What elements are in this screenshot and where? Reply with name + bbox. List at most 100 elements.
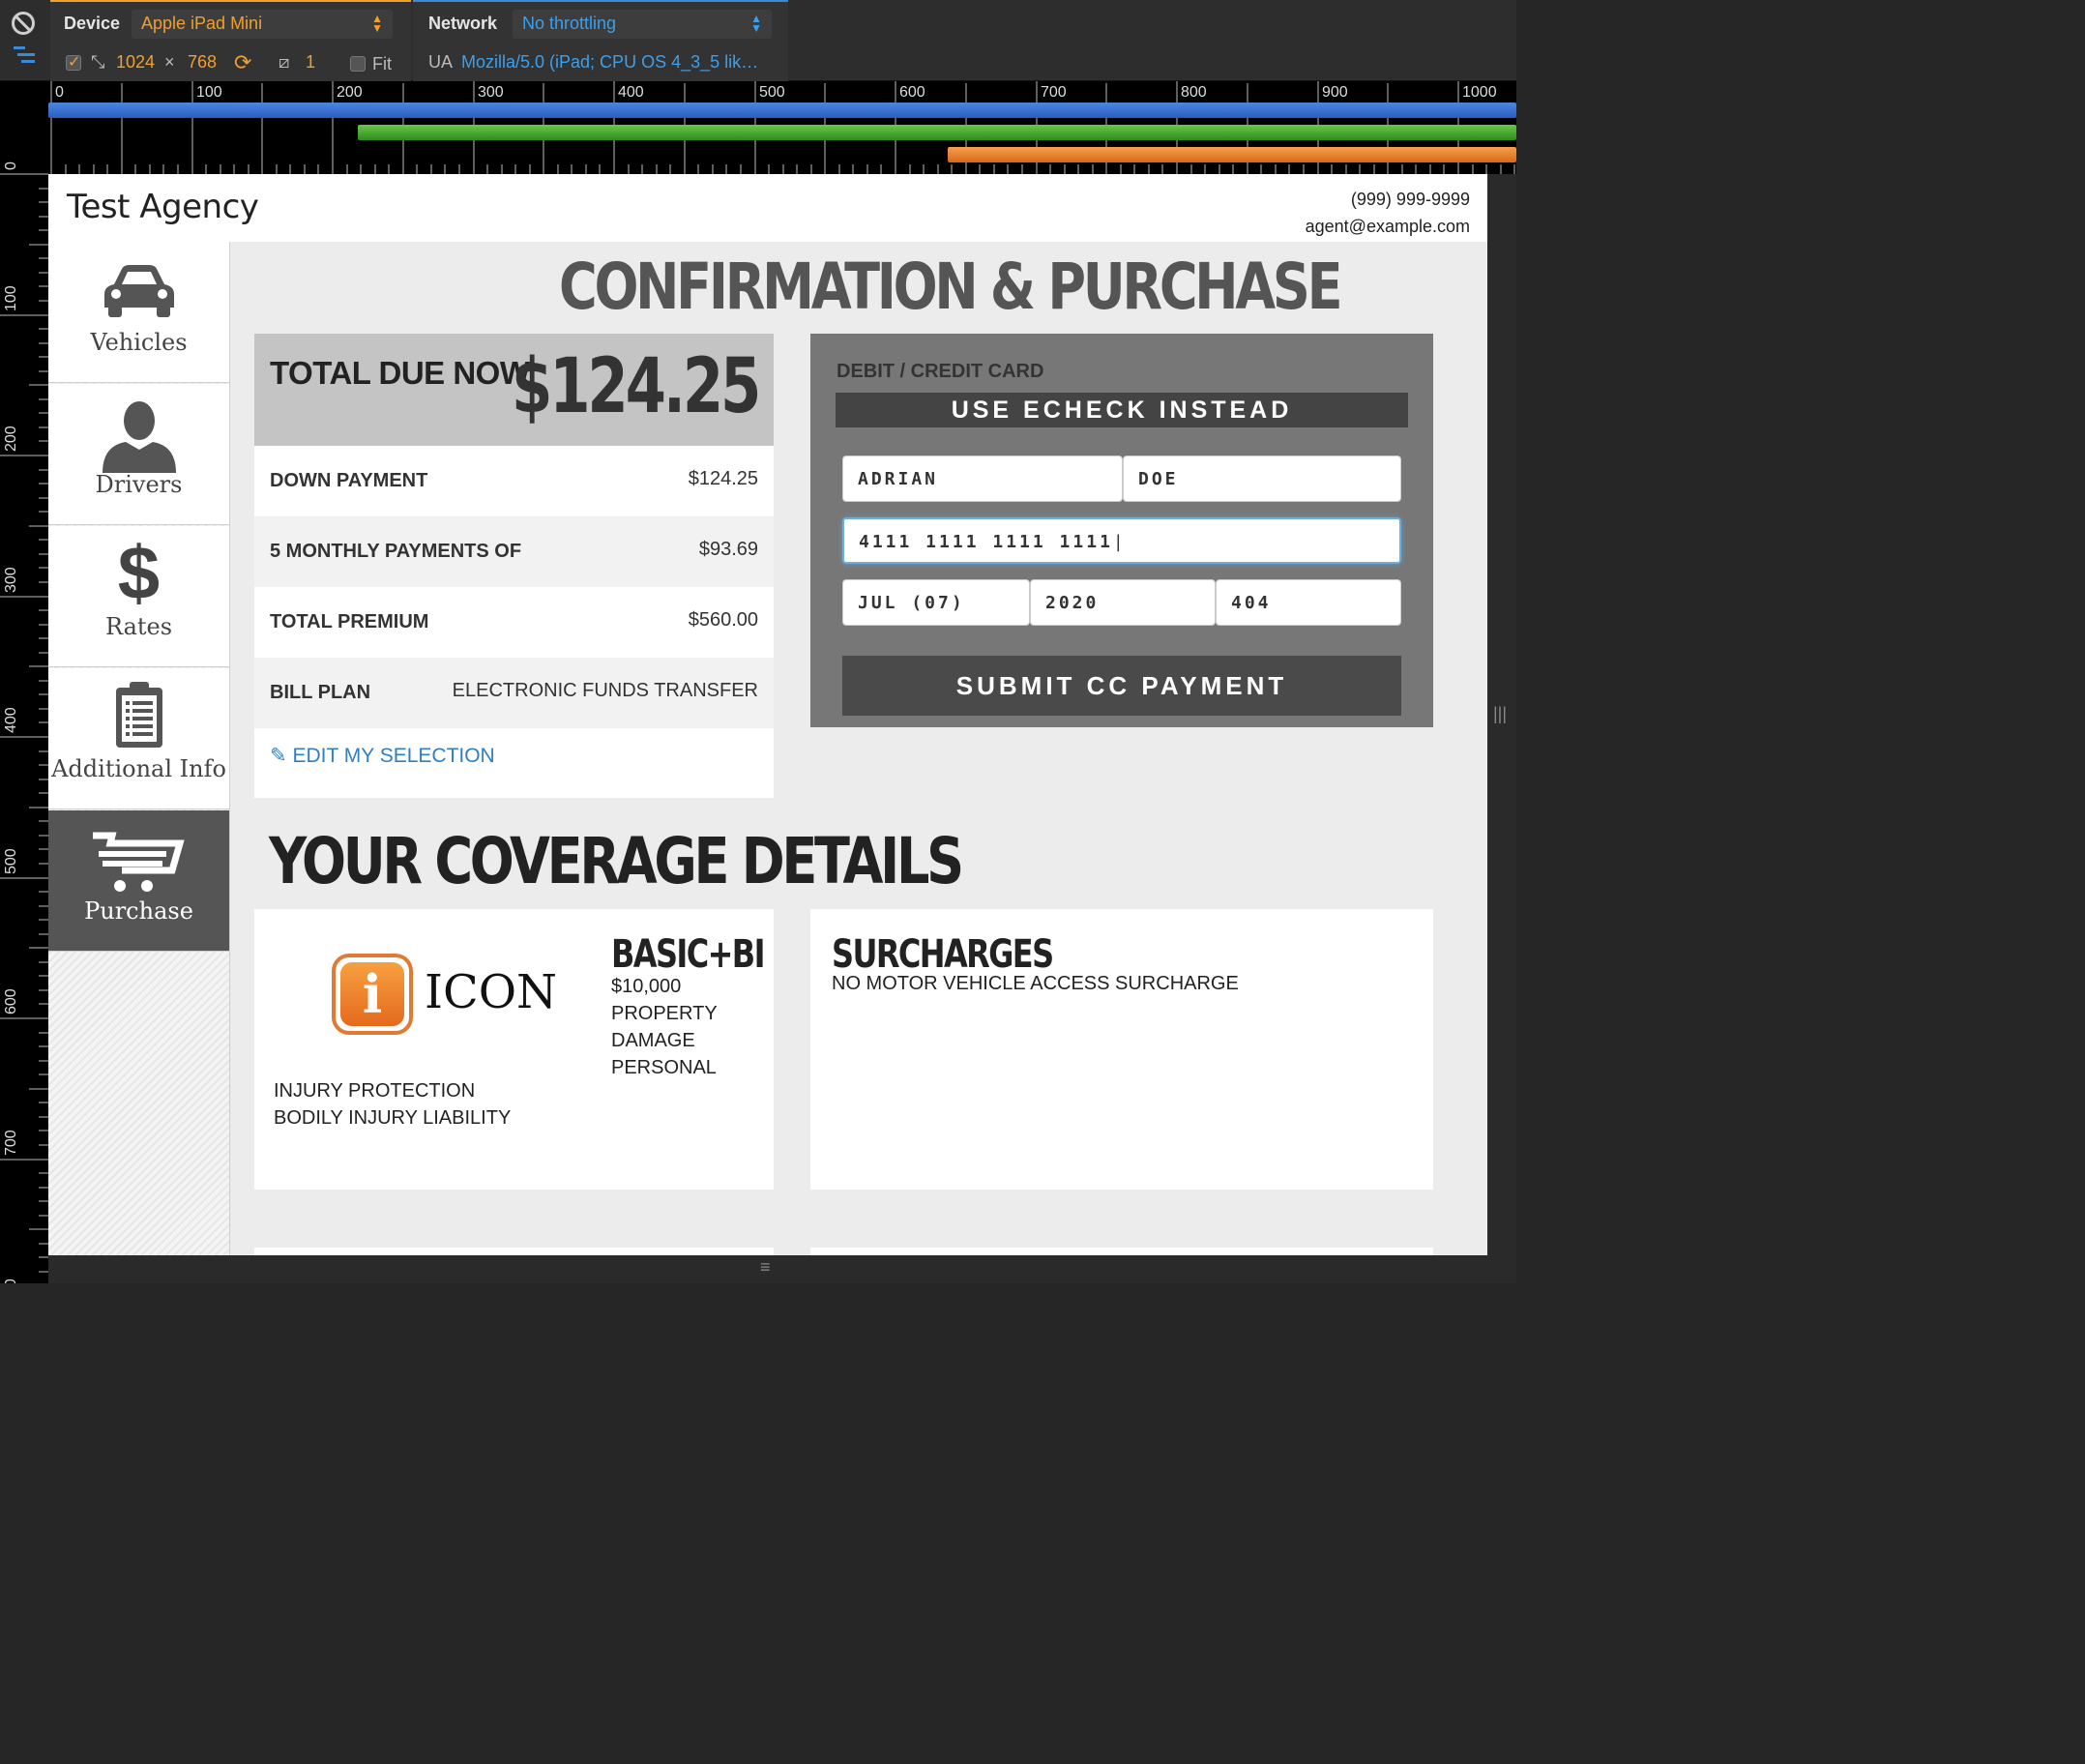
first-name-field[interactable]: ADRIAN	[842, 456, 1123, 502]
summary-row: DOWN PAYMENT $124.25	[254, 446, 774, 516]
logo-letter: i	[340, 962, 404, 1026]
ruler-tick-label: 600	[3, 988, 19, 1014]
width-value[interactable]: 1024	[116, 52, 155, 73]
sidebar-item-additional-info[interactable]: Additional Info	[48, 668, 229, 809]
ruler-tick-label: 400	[618, 84, 644, 101]
ruler-tick-label: 400	[3, 707, 19, 733]
total-due-label: TOTAL DUE NOW	[270, 355, 530, 391]
pencil-icon: ✎	[270, 745, 287, 767]
summary-row-label: BILL PLAN	[270, 682, 371, 703]
phone-number[interactable]: (999) 999-9999	[1306, 186, 1470, 213]
cvv-field[interactable]: 404	[1216, 579, 1401, 626]
payment-method-title: DEBIT / CREDIT CARD	[837, 361, 1044, 382]
summary-row-value: $93.69	[698, 539, 758, 560]
resize-grip-icon[interactable]: |||	[1493, 704, 1507, 724]
media-queries-icon[interactable]	[14, 46, 37, 68]
plan-detail-line: PERSONAL	[611, 1057, 717, 1078]
coverage-title: YOUR COVERAGE DETAILS	[269, 824, 964, 898]
ruler-tick-label: 100	[3, 285, 19, 311]
ruler-tick-label: 00	[3, 1279, 19, 1283]
dpr-value[interactable]: 1	[306, 52, 315, 73]
car-icon	[103, 265, 174, 317]
sidebar-item-rates[interactable]: $ Rates	[48, 526, 229, 667]
last-name-field[interactable]: DOE	[1123, 456, 1401, 502]
sidebar-item-label: Drivers	[95, 471, 183, 498]
contact-info: (999) 999-9999 agent@example.com	[1306, 186, 1470, 240]
sidebar-item-label: Vehicles	[90, 329, 188, 356]
expiry-month-select[interactable]: JUL (07)	[842, 579, 1030, 626]
page-title: CONFIRMATION & PURCHASE	[559, 250, 1343, 324]
coverage-card-next	[810, 1248, 1433, 1255]
ruler-tick-label: 500	[3, 848, 19, 874]
ruler-tick-label: 200	[337, 84, 363, 101]
summary-row-value: $560.00	[688, 609, 758, 631]
sidebar-item-purchase[interactable]: Purchase	[48, 810, 229, 952]
ruler-tick-label: 300	[478, 84, 504, 101]
ruler-tick-label: 300	[3, 567, 19, 593]
ua-value[interactable]: Mozilla/5.0 (iPad; CPU OS 4_3_5 lik…	[461, 52, 758, 73]
expiry-year-select[interactable]: 2020	[1030, 579, 1216, 626]
fit-checkbox[interactable]	[350, 56, 366, 72]
network-value: No throttling	[522, 14, 617, 33]
summary-row-label: DOWN PAYMENT	[270, 470, 428, 491]
edit-selection-label: EDIT MY SELECTION	[292, 745, 495, 767]
edit-selection-link[interactable]: ✎ EDIT MY SELECTION	[270, 744, 495, 768]
total-due-amount: $124.25	[511, 343, 761, 430]
resize-grip-icon[interactable]: ≡	[760, 1257, 771, 1278]
agency-name[interactable]: Test Agency	[67, 188, 259, 226]
coverage-lines: INJURY PROTECTION BODILY INJURY LIABILIT…	[274, 1077, 511, 1132]
ruler-tick-label: 0	[55, 84, 64, 101]
height-value[interactable]: 768	[188, 52, 217, 73]
emulated-page: Test Agency (999) 999-9999 agent@example…	[48, 174, 1487, 1255]
swap-dimensions-icon[interactable]: ⟳	[234, 50, 251, 75]
sidebar-item-drivers[interactable]: Drivers	[48, 384, 229, 525]
toolbar-left-tools	[0, 0, 48, 81]
ruler-left: 0 100 200 300 400 500 600 700 00	[0, 81, 48, 1283]
ruler-tick-label: 200	[3, 426, 19, 452]
device-panel: Device Apple iPad Mini ▲ ▼ ✓ ⤡ 1024 × 768…	[50, 0, 411, 81]
sidebar-item-label: Additional Info	[51, 755, 226, 782]
coverage-card-next	[254, 1248, 774, 1255]
resize-icon: ⤡	[91, 52, 105, 72]
network-select[interactable]: No throttling ▲ ▼	[513, 10, 772, 39]
ruler-tick-label: 1000	[1462, 84, 1497, 101]
summary-row-label: 5 MONTHLY PAYMENTS OF	[270, 541, 522, 562]
device-value: Apple iPad Mini	[141, 14, 263, 33]
viewport-resize-right[interactable]: |||	[1487, 174, 1516, 1255]
summary-row-label: TOTAL PREMIUM	[270, 611, 429, 632]
device-pixel-ratio-icon: ⧄	[279, 52, 290, 72]
times-sign: ×	[164, 52, 175, 72]
card-payment-panel: DEBIT / CREDIT CARD USE ECHECK INSTEAD A…	[810, 334, 1433, 727]
surcharges-card: SURCHARGES NO MOTOR VEHICLE ACCESS SURCH…	[810, 909, 1433, 1190]
viewport-resize-bottom[interactable]: ≡	[48, 1255, 1516, 1283]
ruler-tick-label: 100	[196, 84, 222, 101]
card-number-value: 4111 1111 1111 1111	[859, 532, 1113, 552]
summary-row: TOTAL PREMIUM $560.00	[254, 587, 774, 658]
resolution-checkbox[interactable]: ✓	[66, 54, 81, 71]
ruler-tick-label: 800	[1181, 84, 1207, 101]
summary-row-value: $124.25	[688, 468, 758, 489]
coverage-line: INJURY PROTECTION	[274, 1080, 476, 1102]
email-address[interactable]: agent@example.com	[1306, 213, 1470, 240]
use-echeck-button[interactable]: USE ECHECK INSTEAD	[836, 393, 1408, 427]
device-select[interactable]: Apple iPad Mini ▲ ▼	[132, 10, 393, 39]
sidebar-nav: Vehicles Drivers $ Rates Additional Info…	[48, 242, 230, 1255]
ruler-tick-label: 700	[3, 1130, 19, 1156]
sidebar-item-label: Rates	[104, 613, 173, 640]
card-number-field[interactable]: 4111 1111 1111 1111|	[842, 517, 1401, 564]
coverage-card: i ICON BASIC+BI $10,000 PROPERTY DAMAGE …	[254, 909, 774, 1190]
cart-icon	[92, 832, 185, 892]
coverage-line: BODILY INJURY LIABILITY	[274, 1107, 512, 1129]
ruler-tick-label: 900	[1322, 84, 1348, 101]
timeline-bar-green	[358, 125, 1516, 140]
plan-detail-line: PROPERTY	[611, 1003, 718, 1024]
fit-label: Fit	[372, 54, 392, 74]
dollar-icon: $	[117, 530, 161, 615]
sidebar-item-vehicles[interactable]: Vehicles	[48, 242, 229, 383]
submit-cc-payment-button[interactable]: SUBMIT CC PAYMENT	[842, 656, 1401, 716]
select-caret-icon: ▲ ▼	[750, 12, 762, 35]
network-panel: Network No throttling ▲ ▼ UA Mozilla/5.0 …	[413, 0, 788, 81]
disable-emulation-icon[interactable]	[12, 12, 35, 35]
timeline-bar-blue	[48, 103, 1516, 118]
ruler-top: 0 100 200 300 400 500 600 700 800 900 1000	[48, 81, 1516, 174]
